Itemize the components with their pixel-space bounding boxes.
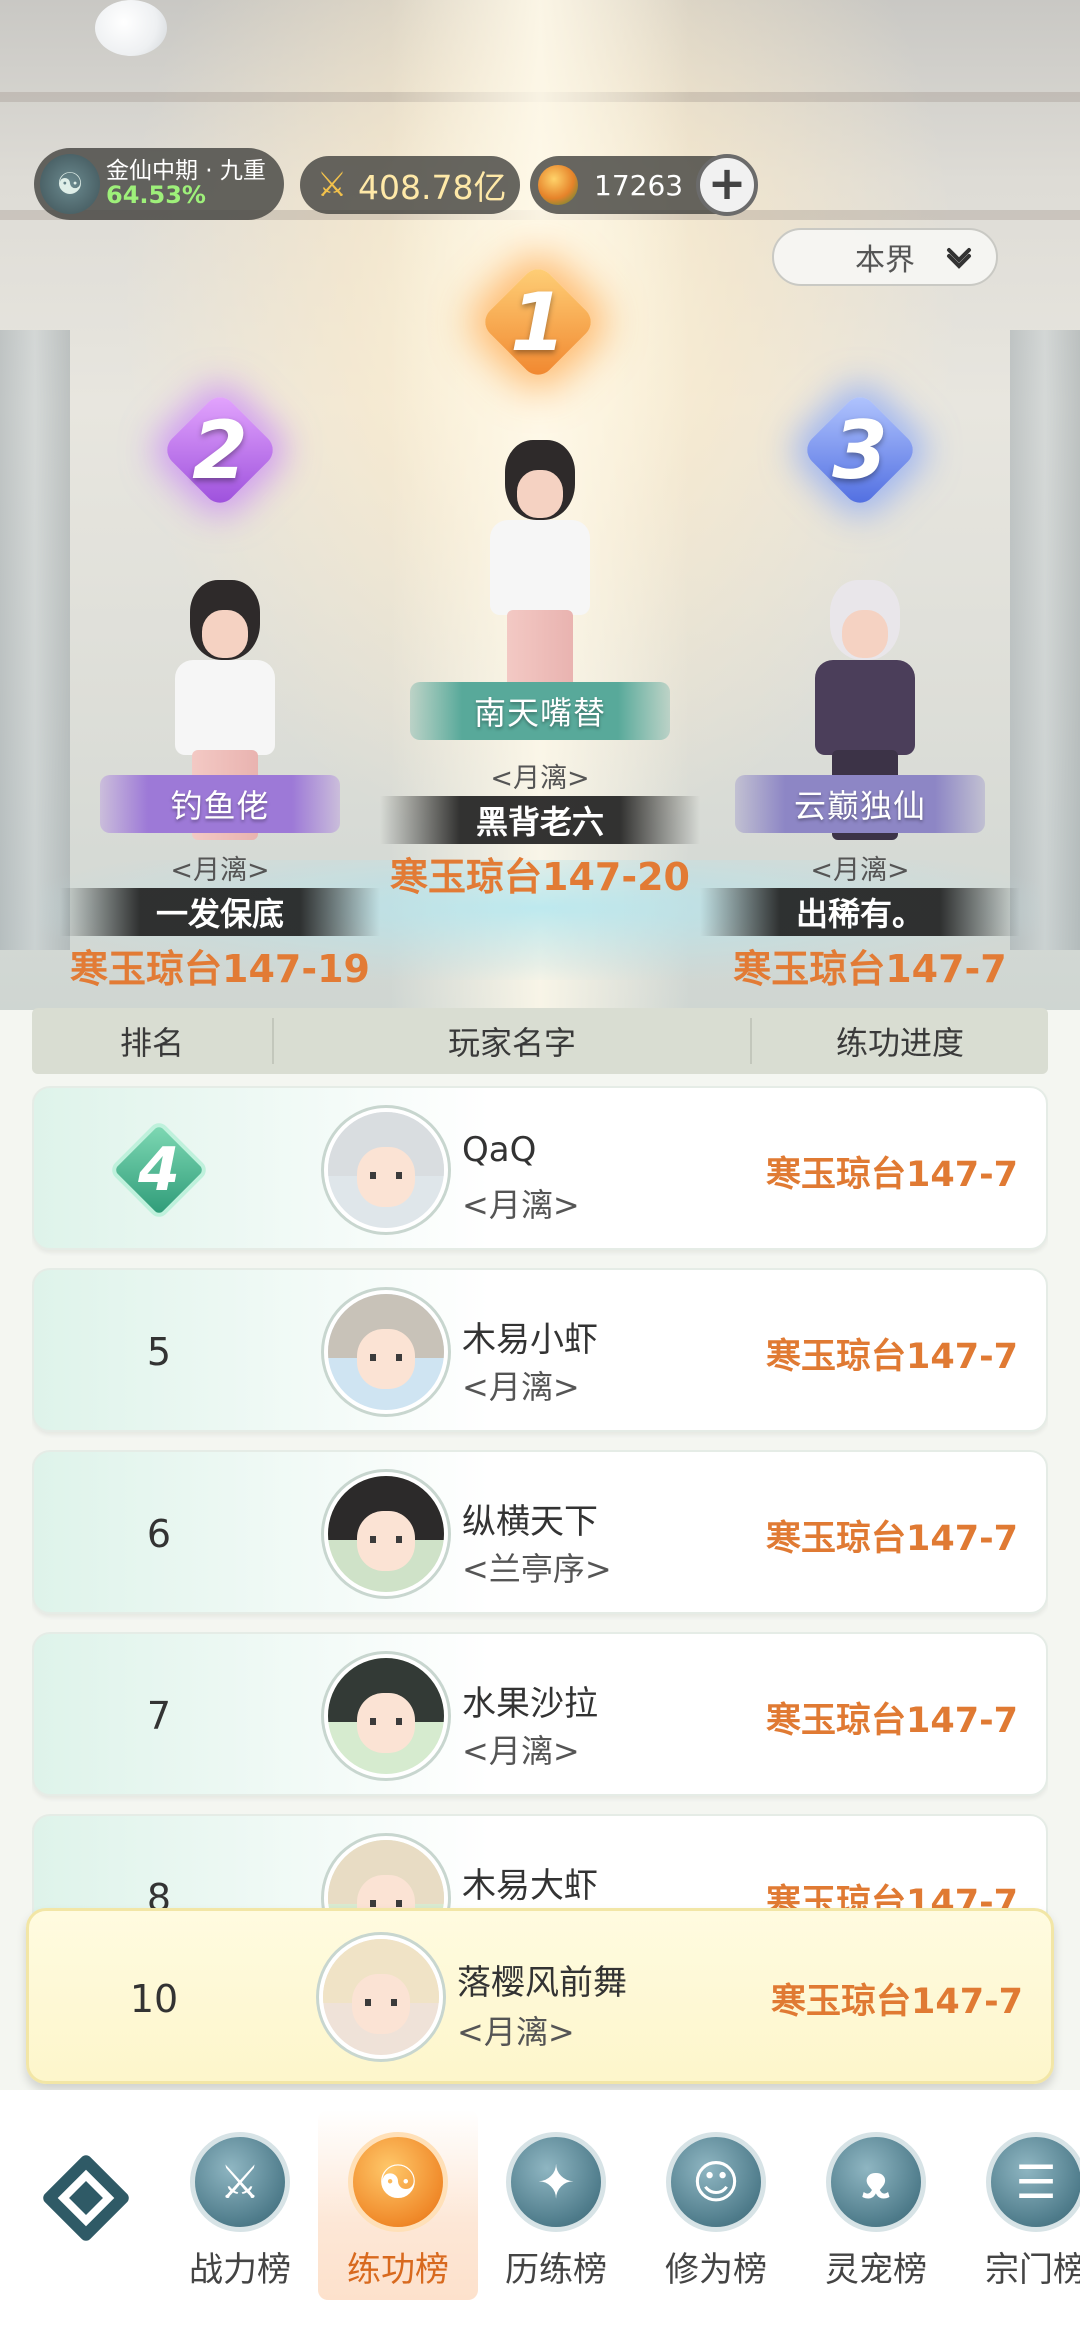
rank-1-name[interactable]: 南天嘴替 (410, 682, 670, 740)
rank-3-progress: 寒玉琼台147-7 (733, 947, 1007, 991)
player-guild: <兰亭序> (462, 1550, 612, 1588)
rank-2-guild: <月漓> (170, 855, 270, 886)
pillar-left (0, 330, 70, 950)
table-row[interactable]: 6 纵横天下 <兰亭序> 寒玉琼台147-7 (32, 1450, 1048, 1614)
my-rank: 10 (129, 1977, 179, 2021)
decor-bubble (95, 0, 167, 56)
realm-progress: 64.53% (106, 181, 206, 210)
rank-1-badge: 1 (478, 262, 598, 382)
tab-label: 练功榜 (347, 2250, 449, 2290)
rank-2-title: 一发保底 (60, 888, 380, 936)
rank-4-badge: 4 (108, 1119, 210, 1221)
realm-avatar-icon: ☯ (40, 154, 100, 214)
pillar-right (1010, 330, 1080, 950)
my-name: 落樱风前舞 (457, 1963, 627, 2003)
player-name: 水果沙拉 (462, 1684, 598, 1724)
avatar[interactable] (324, 1472, 448, 1596)
rank-3-guild: <月漓> (810, 855, 910, 886)
cultivator-icon: ☺ (666, 2132, 766, 2232)
bottom-nav: ⚔ 战力榜 ☯ 练功榜 ✦ 历练榜 ☺ 修为榜 ᴥ 灵宠榜 ☰ 宗门榜 (0, 2090, 1080, 2341)
combat-power: ⚔ 408.78亿 (300, 156, 520, 214)
tab-sect[interactable]: ☰ 宗门榜 (956, 2110, 1080, 2300)
star-compass-icon: ✦ (506, 2132, 606, 2232)
swords-icon: ⚔ (190, 2132, 290, 2232)
rank-3-name[interactable]: 云巅独仙 (735, 775, 985, 833)
player-progress: 寒玉琼台147-7 (766, 1701, 1018, 1741)
crossed-swords-icon: ⚔ (316, 165, 348, 205)
tab-label: 修为榜 (665, 2250, 767, 2290)
leaderboard-header: 排名 玩家名字 练功进度 (32, 1008, 1048, 1074)
rank-3-title: 出稀有。 (700, 888, 1020, 936)
player-progress: 寒玉琼台147-7 (766, 1337, 1018, 1377)
avatar[interactable] (324, 1836, 448, 1916)
currency-value: 17263 (594, 168, 684, 202)
player-guild: <月漓> (462, 1186, 580, 1224)
server-select[interactable]: 本界 (772, 228, 998, 286)
tab-label: 战力榜 (189, 2250, 291, 2290)
header-rank: 排名 (119, 1024, 184, 1062)
row-rank: 4 (34, 1088, 284, 1252)
my-rank-row[interactable]: 10 落樱风前舞 <月漓> 寒玉琼台147-7 (26, 1908, 1054, 2084)
rank-2-name[interactable]: 钓鱼佬 (100, 775, 340, 833)
table-row[interactable]: 4 QaQ <月漓> 寒玉琼台147-7 (32, 1086, 1048, 1250)
player-progress: 寒玉琼台147-7 (766, 1519, 1018, 1559)
chevron-down-icon (944, 242, 974, 272)
player-name: 木易大虾 (462, 1866, 598, 1906)
player-guild: <月漓> (462, 1732, 580, 1770)
combat-power-value: 408.78亿 (358, 168, 507, 207)
rank-1-character[interactable] (465, 440, 615, 700)
my-guild: <月漓> (457, 2013, 575, 2051)
server-select-value: 本界 (855, 243, 915, 278)
pet-cat-icon: ᴥ (826, 2132, 926, 2232)
rank-3-badge: 3 (800, 390, 920, 510)
rank-1-guild: <月漓> (490, 763, 590, 794)
table-row[interactable]: 8 木易大虾 寒玉琼台147-7 (32, 1814, 1048, 1916)
table-row[interactable]: 5 木易小虾 <月漓> 寒玉琼台147-7 (32, 1268, 1048, 1432)
tab-label: 宗门榜 (985, 2250, 1080, 2290)
my-avatar[interactable] (319, 1935, 443, 2059)
tab-cultivation[interactable]: ☺ 修为榜 (636, 2110, 796, 2300)
add-currency-button[interactable]: + (696, 154, 758, 216)
row-rank: 6 (146, 1512, 172, 1556)
rank-2-badge: 2 (160, 390, 280, 510)
leaderboard-list[interactable]: 4 QaQ <月漓> 寒玉琼台147-7 5 木易小虾 <月漓> 寒玉琼台147… (32, 1086, 1048, 1916)
home-diamond-icon[interactable] (36, 2148, 136, 2248)
yin-yang-icon: ☯ (348, 2132, 448, 2232)
table-row[interactable]: 7 水果沙拉 <月漓> 寒玉琼台147-7 (32, 1632, 1048, 1796)
realm-status[interactable]: ☯ 金仙中期 · 九重 64.53% (34, 148, 284, 220)
row-rank: 5 (146, 1330, 172, 1374)
player-name: 纵横天下 (462, 1502, 598, 1542)
player-progress: 寒玉琼台147-7 (766, 1155, 1018, 1195)
currency: 17263 + (530, 154, 758, 216)
spirit-coin-icon (538, 165, 578, 205)
tab-experience[interactable]: ✦ 历练榜 (476, 2110, 636, 2300)
header-name: 玩家名字 (272, 1018, 752, 1064)
tab-training[interactable]: ☯ 练功榜 (318, 2110, 478, 2300)
rank-1-title: 黑背老六 (380, 796, 700, 844)
row-rank: 8 (146, 1876, 172, 1916)
tab-pets[interactable]: ᴥ 灵宠榜 (796, 2110, 956, 2300)
my-progress: 寒玉琼台147-7 (771, 1982, 1023, 2022)
avatar[interactable] (324, 1654, 448, 1778)
scroll-icon: ☰ (986, 2132, 1080, 2232)
avatar[interactable] (324, 1290, 448, 1414)
player-name: QaQ (462, 1130, 537, 1170)
tab-label: 历练榜 (505, 2250, 607, 2290)
player-name: 木易小虾 (462, 1320, 598, 1360)
tab-label: 灵宠榜 (825, 2250, 927, 2290)
avatar[interactable] (324, 1108, 448, 1232)
tab-combat-power[interactable]: ⚔ 战力榜 (160, 2110, 320, 2300)
rank-2-progress: 寒玉琼台147-19 (70, 947, 370, 991)
player-guild: <月漓> (462, 1368, 580, 1406)
rank-1-progress: 寒玉琼台147-20 (390, 855, 690, 899)
header-progress: 练功进度 (835, 1024, 964, 1062)
row-rank: 7 (146, 1694, 172, 1738)
realm-name: 金仙中期 · 九重 (106, 158, 266, 185)
